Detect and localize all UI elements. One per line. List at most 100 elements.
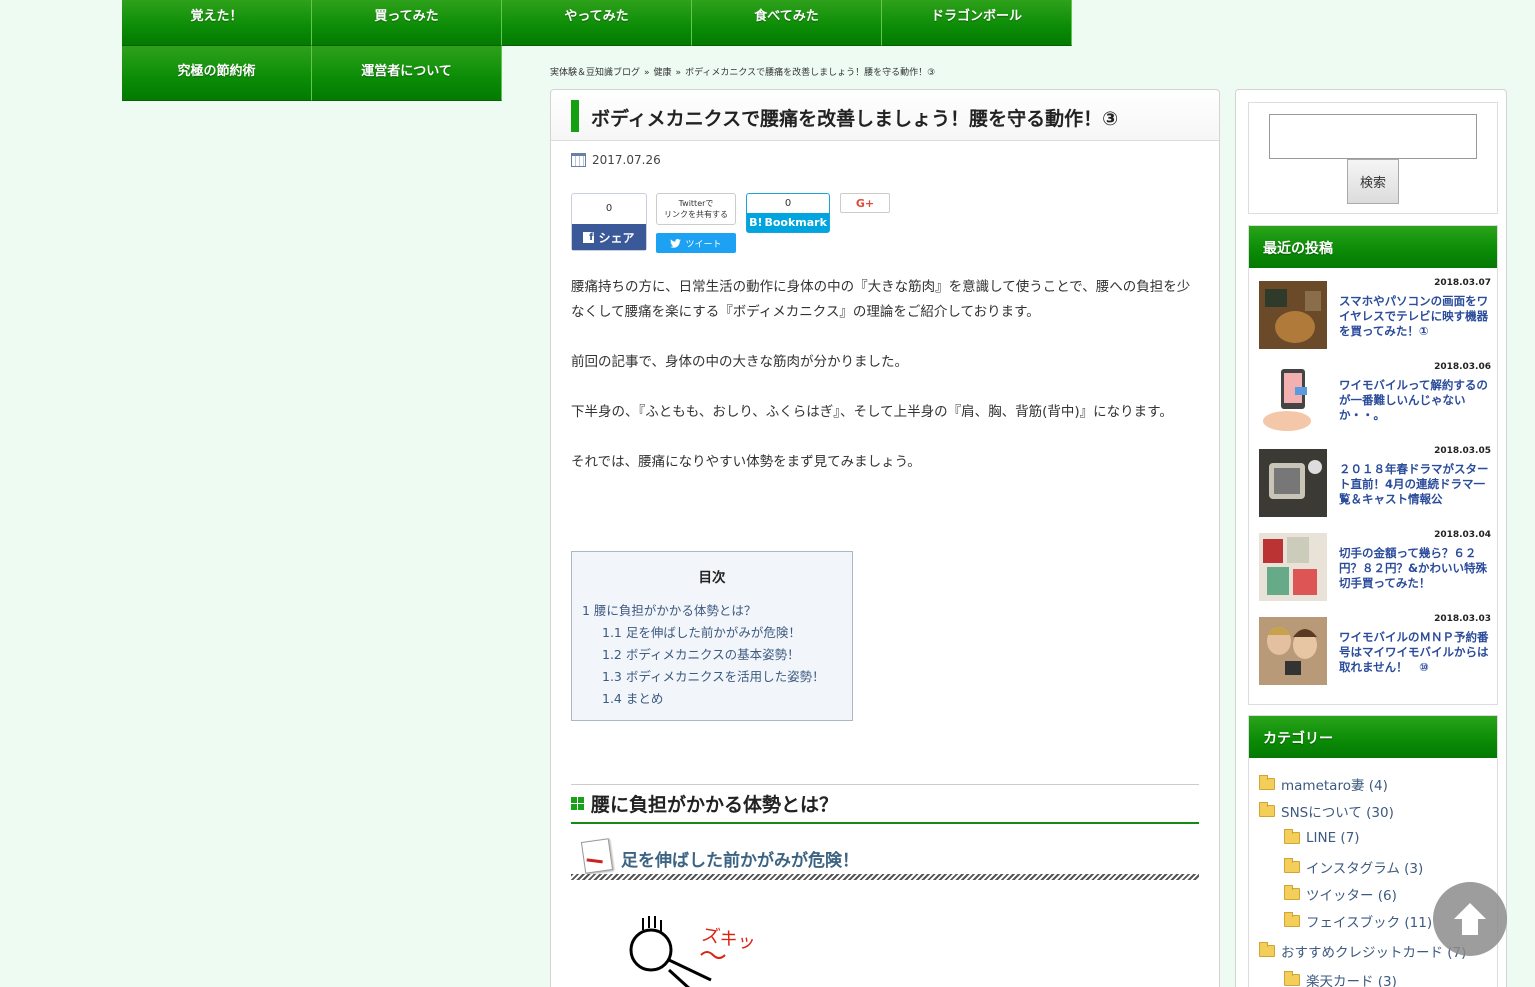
toc-item[interactable]: 1.1 足を伸ばした前かがみが危険！ xyxy=(572,622,852,644)
recent-post-item[interactable]: 2018.03.04 切手の金額って幾ら？６２円？８２円？&かわいい特殊切手買っ… xyxy=(1259,530,1491,617)
folder-icon xyxy=(1284,912,1300,927)
breadcrumb-separator: » xyxy=(675,68,682,78)
hatena-label-wrap: B! Bookmark xyxy=(747,213,829,232)
search-input[interactable] xyxy=(1269,114,1477,159)
facebook-share-label-wrap: f シェア xyxy=(572,224,646,250)
post-thumbnail xyxy=(1259,365,1327,433)
sidebar: 検索 最近の投稿 2018.03.07 スマホやパソコンの画面をワイヤレスでテレ… xyxy=(1235,89,1507,987)
category-item[interactable]: おすすめクレジットカード (7) xyxy=(1259,941,1466,961)
post-date: 2018.03.03 xyxy=(1434,614,1491,624)
recent-posts-title: 最近の投稿 xyxy=(1249,226,1497,268)
nav-item-yattemita[interactable]: やってみた xyxy=(502,0,692,46)
category-label[interactable]: LINE (7) xyxy=(1306,830,1360,846)
search-button[interactable]: 検索 xyxy=(1347,159,1399,204)
hatena-label: Bookmark xyxy=(764,216,827,229)
post-thumbnail xyxy=(1259,449,1327,517)
category-item[interactable]: ツイッター (6) xyxy=(1284,884,1397,904)
global-nav: 覚えた！ 買ってみた やってみた 食べてみた ドラゴンボール 究極の節約術 運営… xyxy=(122,0,1072,101)
back-to-top-button[interactable] xyxy=(1433,882,1507,956)
post-date-text: 2017.07.26 xyxy=(592,153,661,167)
post-thumbnail xyxy=(1259,281,1327,349)
toc-title: 目次 xyxy=(698,570,726,586)
breadcrumb-current: ボディメカニクスで腰痛を改善しましょう！腰を守る動作！③ xyxy=(685,68,936,78)
category-label[interactable]: SNSについて (30) xyxy=(1281,801,1394,821)
twitter-balloon-line1: Twitterで xyxy=(678,199,714,208)
post-title-link[interactable]: ワイモバイルって解約するのが一番難しいんじゃないか・・。 xyxy=(1339,378,1489,423)
search-widget: 検索 xyxy=(1248,102,1498,214)
folder-icon xyxy=(1284,885,1300,900)
breadcrumb: 実体験＆豆知識ブログ» 健康» ボディメカニクスで腰痛を改善しましょう！腰を守る動作… xyxy=(550,65,935,78)
nav-item-tabetemita[interactable]: 食べてみた xyxy=(692,0,882,46)
post-title-link[interactable]: ２０１８年春ドラマがスタート直前！4月の連続ドラマ一覧＆キャスト情報公 xyxy=(1339,462,1489,507)
category-item[interactable]: SNSについて (30) xyxy=(1259,801,1394,821)
memo-pad-icon xyxy=(580,838,614,874)
nav-item-oboeta[interactable]: 覚えた！ xyxy=(122,0,312,46)
post-thumbnail xyxy=(1259,617,1327,685)
body-paragraph: 前回の記事で、身体の中の大きな筋肉が分かりました。 xyxy=(571,354,908,370)
breadcrumb-category[interactable]: 健康 xyxy=(654,68,672,78)
hatena-b-icon: B! xyxy=(749,216,763,229)
nav-row-1: 覚えた！ 買ってみた やってみた 食べてみた ドラゴンボール xyxy=(122,0,1072,46)
toc-item[interactable]: 1.4 まとめ xyxy=(572,688,852,710)
toc-item[interactable]: 1.3 ボディメカニクスを活用した姿勢！ xyxy=(572,666,852,688)
recent-posts-widget: 最近の投稿 2018.03.07 スマホやパソコンの画面をワイヤレスでテレビに映… xyxy=(1248,225,1498,705)
facebook-share-button[interactable]: 0 f シェア xyxy=(571,193,647,251)
body-paragraph: 下半身の、『ふともも、おしり、ふくらはぎ』、そして上半身の『肩、胸、背筋(背中)… xyxy=(571,404,1173,420)
article-title-bar: ボディメカニクスで腰痛を改善しましょう！腰を守る動作！③ xyxy=(551,90,1219,141)
google-plus-button[interactable]: G+ xyxy=(840,193,890,213)
nav-item-setsuyaku[interactable]: 究極の節約術 xyxy=(122,46,312,101)
facebook-share-label: シェア xyxy=(598,230,635,245)
category-label[interactable]: インスタグラム (3) xyxy=(1306,857,1423,877)
category-label[interactable]: おすすめクレジットカード (7) xyxy=(1281,941,1466,961)
folder-icon xyxy=(1259,942,1275,957)
table-of-contents: 目次 1 腰に負担がかかる体勢とは？ 1.1 足を伸ばした前かがみが危険！ 1.… xyxy=(571,551,853,721)
category-item[interactable]: フェイスブック (11) xyxy=(1284,911,1432,931)
facebook-icon: f xyxy=(583,231,595,243)
hatena-count: 0 xyxy=(784,198,792,209)
category-label[interactable]: 楽天カード (3) xyxy=(1306,970,1397,987)
category-item[interactable]: 楽天カード (3) xyxy=(1284,970,1397,987)
category-label[interactable]: mametaro妻 (4) xyxy=(1281,774,1388,794)
post-thumbnail xyxy=(1259,533,1327,601)
toc-item[interactable]: 1.2 ボディメカニクスの基本姿勢！ xyxy=(572,644,852,666)
subsection-heading: 足を伸ばした前かがみが危険！ xyxy=(571,838,1199,880)
folder-icon xyxy=(1284,829,1300,844)
toc-list: 1 腰に負担がかかる体勢とは？ 1.1 足を伸ばした前かがみが危険！ 1.2 ボ… xyxy=(572,600,852,710)
post-date: 2018.03.04 xyxy=(1434,530,1491,540)
nav-item-about[interactable]: 運営者について xyxy=(312,46,502,101)
recent-post-item[interactable]: 2018.03.03 ワイモバイルのＭＮＰ予約番号はマイワイモバイルからは取れま… xyxy=(1259,614,1491,701)
recent-post-item[interactable]: 2018.03.05 ２０１８年春ドラマがスタート直前！4月の連続ドラマ一覧＆キ… xyxy=(1259,446,1491,533)
body-paragraph: それでは、腰痛になりやすい体勢をまず見てみましょう。 xyxy=(571,454,921,470)
post-date: 2018.03.06 xyxy=(1434,362,1491,372)
tweet-button[interactable]: ツイート xyxy=(656,233,736,253)
nav-item-kattemita[interactable]: 買ってみた xyxy=(312,0,502,46)
calendar-icon xyxy=(571,153,586,167)
category-item[interactable]: mametaro妻 (4) xyxy=(1259,774,1388,794)
breadcrumb-home[interactable]: 実体験＆豆知識ブログ xyxy=(550,68,640,78)
hatena-bookmark-button[interactable]: 0 B! Bookmark xyxy=(746,193,830,233)
twitter-share-balloon: Twitterで リンクを共有する xyxy=(656,193,736,225)
post-title-link[interactable]: ワイモバイルのＭＮＰ予約番号はマイワイモバイルからは取れません！ ⑩ xyxy=(1339,630,1489,675)
category-item[interactable]: LINE (7) xyxy=(1284,829,1360,846)
toc-item[interactable]: 1 腰に負担がかかる体勢とは？ xyxy=(572,600,852,622)
back-pain-illustration: ズキッ xyxy=(629,916,757,987)
post-title-link[interactable]: スマホやパソコンの画面をワイヤレスでテレビに映す機器を買ってみた！① xyxy=(1339,294,1489,339)
category-label[interactable]: ツイッター (6) xyxy=(1306,884,1397,904)
arrow-up-icon xyxy=(1454,903,1486,935)
heading-stripe-divider xyxy=(571,874,1199,880)
twitter-bird-icon xyxy=(670,238,682,248)
tweet-label: ツイート xyxy=(685,239,722,250)
category-label[interactable]: フェイスブック (11) xyxy=(1306,911,1432,931)
post-title-link[interactable]: 切手の金額って幾ら？６２円？８２円？&かわいい特殊切手買ってみた！ xyxy=(1339,546,1489,591)
recent-post-item[interactable]: 2018.03.07 スマホやパソコンの画面をワイヤレスでテレビに映す機器を買っ… xyxy=(1259,278,1491,365)
article-main: ボディメカニクスで腰痛を改善しましょう！腰を守る動作！③ 2017.07.26 … xyxy=(550,89,1220,987)
category-item[interactable]: インスタグラム (3) xyxy=(1284,857,1423,877)
article-body: 腰痛持ちの方に、日常生活の動作に身体の中の『大きな筋肉』を意識して使うことで、腰… xyxy=(571,275,1201,500)
folder-icon xyxy=(1284,858,1300,873)
twitter-balloon-line2: リンクを共有する xyxy=(664,210,728,219)
nav-item-dragonball[interactable]: ドラゴンボール xyxy=(882,0,1072,46)
post-date: 2018.03.05 xyxy=(1434,446,1491,456)
post-date: 2018.03.07 xyxy=(1434,278,1491,288)
recent-post-item[interactable]: 2018.03.06 ワイモバイルって解約するのが一番難しいんじゃないか・・。 xyxy=(1259,362,1491,449)
folder-icon xyxy=(1259,775,1275,790)
